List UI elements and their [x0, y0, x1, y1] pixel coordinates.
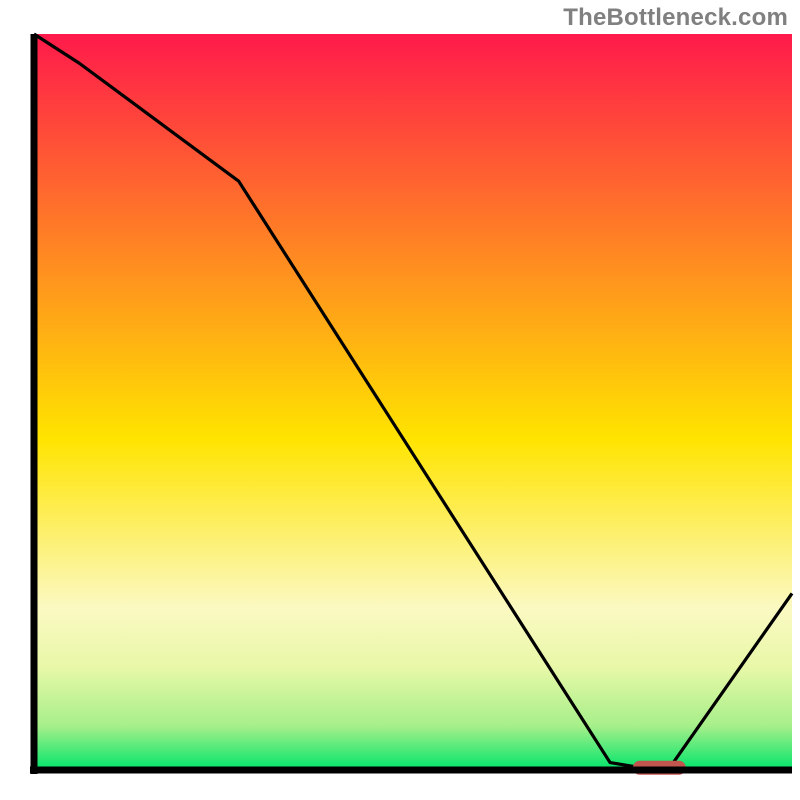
chart-svg	[0, 0, 800, 800]
plot-background	[34, 34, 792, 770]
attribution-label: TheBottleneck.com	[563, 4, 788, 32]
bottleneck-chart: TheBottleneck.com	[0, 0, 800, 800]
